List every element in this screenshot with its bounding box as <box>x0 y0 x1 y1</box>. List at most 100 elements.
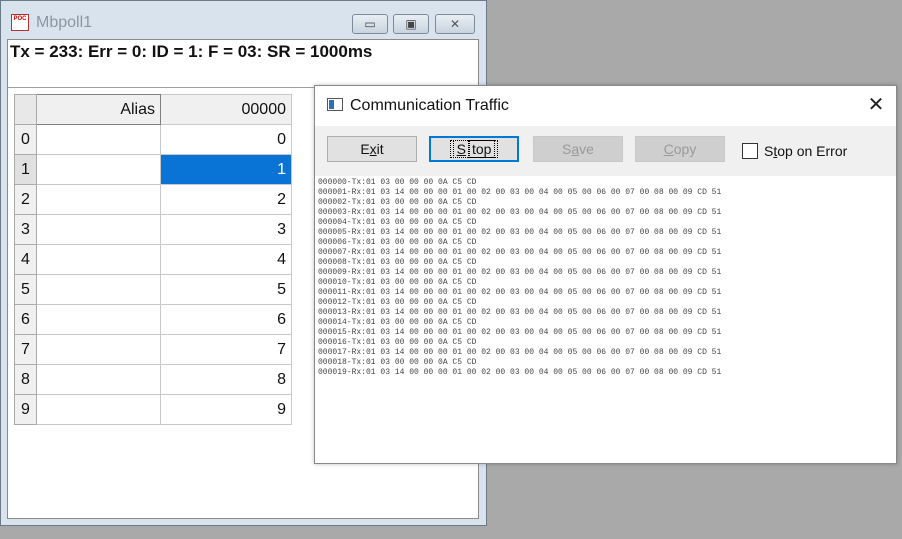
alias-cell[interactable] <box>36 154 161 185</box>
grid-header-row: Alias 00000 <box>14 94 292 125</box>
alias-cell[interactable] <box>36 334 161 365</box>
alias-cell[interactable] <box>36 124 161 155</box>
row-header[interactable]: 8 <box>14 364 37 395</box>
save-label-pre: S <box>562 141 572 157</box>
log-line: 000019-Rx:01 03 14 00 00 00 01 00 02 00 … <box>318 368 722 377</box>
row-header[interactable]: 0 <box>14 124 37 155</box>
value-cell[interactable]: 8 <box>160 364 292 395</box>
grid-row: 77 <box>14 334 292 365</box>
stop-label-post: top <box>467 140 496 158</box>
grid-row: 88 <box>14 364 292 395</box>
minimize-icon: ▭ <box>364 17 376 31</box>
close-icon: ✕ <box>449 17 461 31</box>
window-icon <box>327 98 343 111</box>
close-icon: ✕ <box>867 94 885 116</box>
stop-on-error-checkbox[interactable] <box>742 143 758 159</box>
alias-cell[interactable] <box>36 244 161 275</box>
copy-button[interactable]: Copy <box>635 136 725 162</box>
log-line: 000004-Tx:01 03 00 00 00 0A C5 CD <box>318 218 477 227</box>
save-label-accel: a <box>571 141 580 157</box>
log-line: 000015-Rx:01 03 14 00 00 00 01 00 02 00 … <box>318 328 722 337</box>
stop-on-error-post: op on Error <box>777 143 848 159</box>
log-line: 000001-Rx:01 03 14 00 00 00 01 00 02 00 … <box>318 188 722 197</box>
exit-label-pre: E <box>360 141 370 157</box>
value-cell[interactable]: 4 <box>160 244 292 275</box>
traffic-toolbar: Exit Stop Save Copy Stop on Error <box>315 126 896 176</box>
grid-row: 11 <box>14 154 292 185</box>
stop-label: Stop <box>449 140 499 158</box>
copy-label-accel: C <box>663 141 674 157</box>
row-header[interactable]: 1 <box>14 154 37 185</box>
log-line: 000018-Tx:01 03 00 00 00 0A C5 CD <box>318 358 477 367</box>
status-line: Tx = 233: Err = 0: ID = 1: F = 03: SR = … <box>10 42 373 61</box>
minimize-button[interactable]: ▭ <box>352 14 388 34</box>
log-line: 000012-Tx:01 03 00 00 00 0A C5 CD <box>318 298 477 307</box>
grid-row: 55 <box>14 274 292 305</box>
exit-label-accel: x <box>369 141 377 157</box>
row-header[interactable]: 4 <box>14 244 37 275</box>
log-line: 000009-Rx:01 03 14 00 00 00 01 00 02 00 … <box>318 268 722 277</box>
save-label-post: ve <box>579 141 594 157</box>
value-cell[interactable]: 9 <box>160 394 292 425</box>
value-cell[interactable]: 1 <box>160 154 292 185</box>
mbpoll-window-title: Mbpoll1 <box>36 14 93 31</box>
row-header[interactable]: 5 <box>14 274 37 305</box>
traffic-window-title: Communication Traffic <box>350 97 509 114</box>
log-line: 000011-Rx:01 03 14 00 00 00 01 00 02 00 … <box>318 288 722 297</box>
log-line: 000016-Tx:01 03 00 00 00 0A C5 CD <box>318 338 477 347</box>
traffic-close-button[interactable]: ✕ <box>866 95 886 115</box>
row-header[interactable]: 3 <box>14 214 37 245</box>
row-header[interactable]: 9 <box>14 394 37 425</box>
register-column-header[interactable]: 00000 <box>160 94 292 125</box>
log-line: 000017-Rx:01 03 14 00 00 00 01 00 02 00 … <box>318 348 722 357</box>
row-header[interactable]: 6 <box>14 304 37 335</box>
row-header[interactable]: 2 <box>14 184 37 215</box>
grid-row: 44 <box>14 244 292 275</box>
exit-button[interactable]: Exit <box>327 136 417 162</box>
app-document-icon[interactable]: POC <box>11 14 29 31</box>
alias-cell[interactable] <box>36 394 161 425</box>
alias-cell[interactable] <box>36 184 161 215</box>
value-cell[interactable]: 7 <box>160 334 292 365</box>
grid-row: 22 <box>14 184 292 215</box>
value-cell[interactable]: 6 <box>160 304 292 335</box>
stop-button[interactable]: Stop <box>429 136 519 162</box>
log-line: 000000-Tx:01 03 00 00 00 0A C5 CD <box>318 178 477 187</box>
exit-label-post: it <box>376 141 384 157</box>
register-grid: Alias 00000 00112233445566778899 <box>14 94 292 425</box>
grid-row: 99 <box>14 394 292 425</box>
value-cell[interactable]: 2 <box>160 184 292 215</box>
stop-label-accel: S <box>452 140 470 158</box>
log-line: 000002-Tx:01 03 00 00 00 0A C5 CD <box>318 198 477 207</box>
grid-row: 33 <box>14 214 292 245</box>
log-line: 000005-Rx:01 03 14 00 00 00 01 00 02 00 … <box>318 228 722 237</box>
alias-cell[interactable] <box>36 214 161 245</box>
maximize-button[interactable]: ▣ <box>393 14 429 34</box>
log-line: 000007-Rx:01 03 14 00 00 00 01 00 02 00 … <box>318 248 722 257</box>
grid-row: 00 <box>14 124 292 155</box>
alias-column-header[interactable]: Alias <box>36 94 161 125</box>
alias-cell[interactable] <box>36 274 161 305</box>
grid-row: 66 <box>14 304 292 335</box>
traffic-log[interactable]: 000000-Tx:01 03 00 00 00 0A C5 CD 000001-… <box>318 178 892 459</box>
log-line: 000006-Tx:01 03 00 00 00 0A C5 CD <box>318 238 477 247</box>
alias-cell[interactable] <box>36 304 161 335</box>
value-cell[interactable]: 5 <box>160 274 292 305</box>
mbpoll-titlebar[interactable]: POC Mbpoll1 ▭ ▣ ✕ <box>1 1 486 39</box>
log-line: 000013-Rx:01 03 14 00 00 00 01 00 02 00 … <box>318 308 722 317</box>
grid-corner[interactable] <box>14 94 37 125</box>
stop-on-error-label[interactable]: Stop on Error <box>764 143 847 159</box>
copy-label-post: opy <box>673 141 697 157</box>
save-button[interactable]: Save <box>533 136 623 162</box>
row-header[interactable]: 7 <box>14 334 37 365</box>
traffic-titlebar[interactable]: Communication Traffic ✕ <box>315 86 896 126</box>
maximize-icon: ▣ <box>405 17 417 31</box>
communication-traffic-window: Communication Traffic ✕ Exit Stop Save C… <box>314 85 897 464</box>
log-line: 000010-Tx:01 03 00 00 00 0A C5 CD <box>318 278 477 287</box>
value-cell[interactable]: 0 <box>160 124 292 155</box>
value-cell[interactable]: 3 <box>160 214 292 245</box>
alias-cell[interactable] <box>36 364 161 395</box>
log-line: 000008-Tx:01 03 00 00 00 0A C5 CD <box>318 258 477 267</box>
stop-on-error-pre: S <box>764 143 774 159</box>
close-button[interactable]: ✕ <box>435 14 475 34</box>
